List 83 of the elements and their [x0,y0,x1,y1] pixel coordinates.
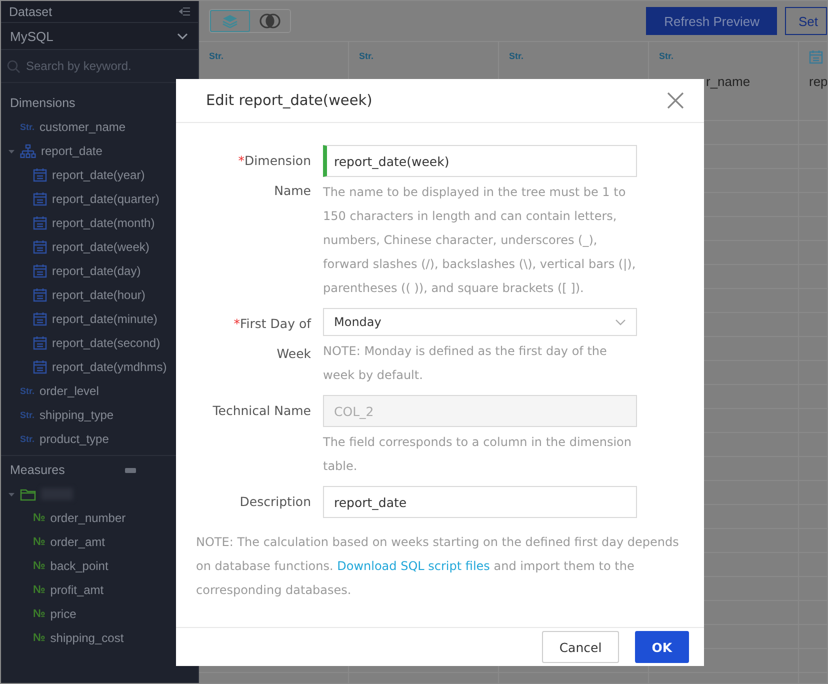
download-link[interactable]: Download SQL script files [337,559,490,573]
circles-icon [259,13,281,29]
collapse-icon[interactable] [179,7,190,16]
field-name[interactable]: report_date(year) [52,168,145,182]
field-name[interactable]: price [50,607,76,621]
number-type-tag: № [33,536,46,548]
string-type-tag: Str. [659,51,674,61]
field-name[interactable]: order_amt [50,535,105,549]
column-header[interactable]: rep [799,42,827,120]
field-name[interactable]: order_level [40,384,99,398]
calendar-icon [33,216,47,230]
calendar-icon [33,168,47,182]
field-name[interactable]: report_date [41,144,102,158]
calendar-icon [33,312,47,326]
close-icon [667,92,684,109]
field-name[interactable]: report_date(ymdhms) [52,360,167,374]
field-name[interactable]: report_date(second) [52,336,160,350]
folder-icon [20,488,36,500]
field-label: Technical Name [212,402,311,420]
input-field[interactable]: report_date [323,486,637,518]
number-type-tag: № [33,560,46,572]
field-name[interactable]: report_date(month) [52,216,155,230]
toolbar-button[interactable]: Refresh Preview [646,7,778,35]
calendar-icon [33,336,47,350]
layers-icon [222,14,238,28]
string-type-tag: Str. [20,434,35,444]
note-text: NOTE: The calculation based on weeks starting on the defined first day depends on database functions. Download SQL script files and import them to the corresponding databases. [196,534,680,599]
calendar-icon [33,264,47,278]
field-name[interactable]: back_point [50,559,108,573]
section-title: Dimensions [10,96,76,110]
field-label: *First Day of Week [232,315,311,363]
string-type-tag: Str. [20,122,35,132]
view-toggle[interactable] [210,10,250,32]
field-name[interactable]: report_date(quarter) [52,192,160,206]
number-type-tag: № [33,584,46,596]
section-title: Measures [10,463,65,477]
calendar-icon [33,288,47,302]
calendar-icon [33,360,47,374]
string-type-tag: Str. [359,51,374,61]
help-text: The name to be displayed in the tree must be 1 to 150 characters in length and can contain letters, numbers, Chinese character, underscores (_), forward slashes (/), backslashes (\), vertical bars (|), parentheses (( )), and square brackets ([ ]). [323,184,637,297]
help-text: NOTE: Monday is defined as the first day of the week by default. [323,343,608,384]
caret-icon[interactable] [8,490,15,498]
calendar-icon [33,240,47,254]
input-field[interactable]: report_date(week) [323,145,637,177]
caret-icon[interactable] [8,148,15,154]
cancel-button[interactable]: Cancel [542,631,619,663]
toolbar-button[interactable]: Set [785,7,827,35]
field-label: *Dimension Name [237,152,311,200]
field-label: Description [240,493,311,511]
field-name[interactable]: customer_name [40,120,126,134]
field-name[interactable]: product_type [40,432,109,446]
close-button[interactable] [667,92,684,109]
ok-button[interactable]: OK [634,631,689,663]
field-name[interactable]: shipping_type [40,408,114,422]
field-name[interactable]: report_date(minute) [52,312,158,326]
field-name[interactable]: profit_amt [50,583,104,597]
string-type-tag: Str. [209,51,224,61]
field-name[interactable]: report_date(day) [52,264,141,278]
chevron-down-icon [615,318,626,326]
field-name[interactable]: shipping_cost [50,631,124,645]
chevron-down-icon [177,32,188,40]
number-type-tag: № [33,632,46,644]
calendar-icon [809,50,823,64]
dataset-select[interactable]: MySQL [1,23,198,50]
first-day-select[interactable]: Monday [323,308,637,336]
field-name[interactable]: order_number [50,511,126,525]
dialog-title: Edit report_date(week) [206,92,372,108]
column-title: r_name [706,74,750,89]
number-type-tag: № [33,608,46,620]
field-name[interactable]: report_date(hour) [52,288,146,302]
search-icon [7,60,20,72]
help-text: The field corresponds to a column in the dimension table. [323,434,632,475]
string-type-tag: Str. [509,51,524,61]
hierarchy-icon [20,144,36,158]
string-type-tag: Str. [20,386,35,396]
number-type-tag: № [33,512,46,524]
panel-title: Dataset [9,4,52,18]
string-type-tag: Str. [20,410,35,420]
calendar-icon [33,192,47,206]
column-title: rep [809,74,827,89]
bar-icon[interactable] [124,468,136,472]
search-field[interactable]: Search by keyword. [26,59,176,73]
field-name[interactable]: report_date(week) [52,240,150,254]
